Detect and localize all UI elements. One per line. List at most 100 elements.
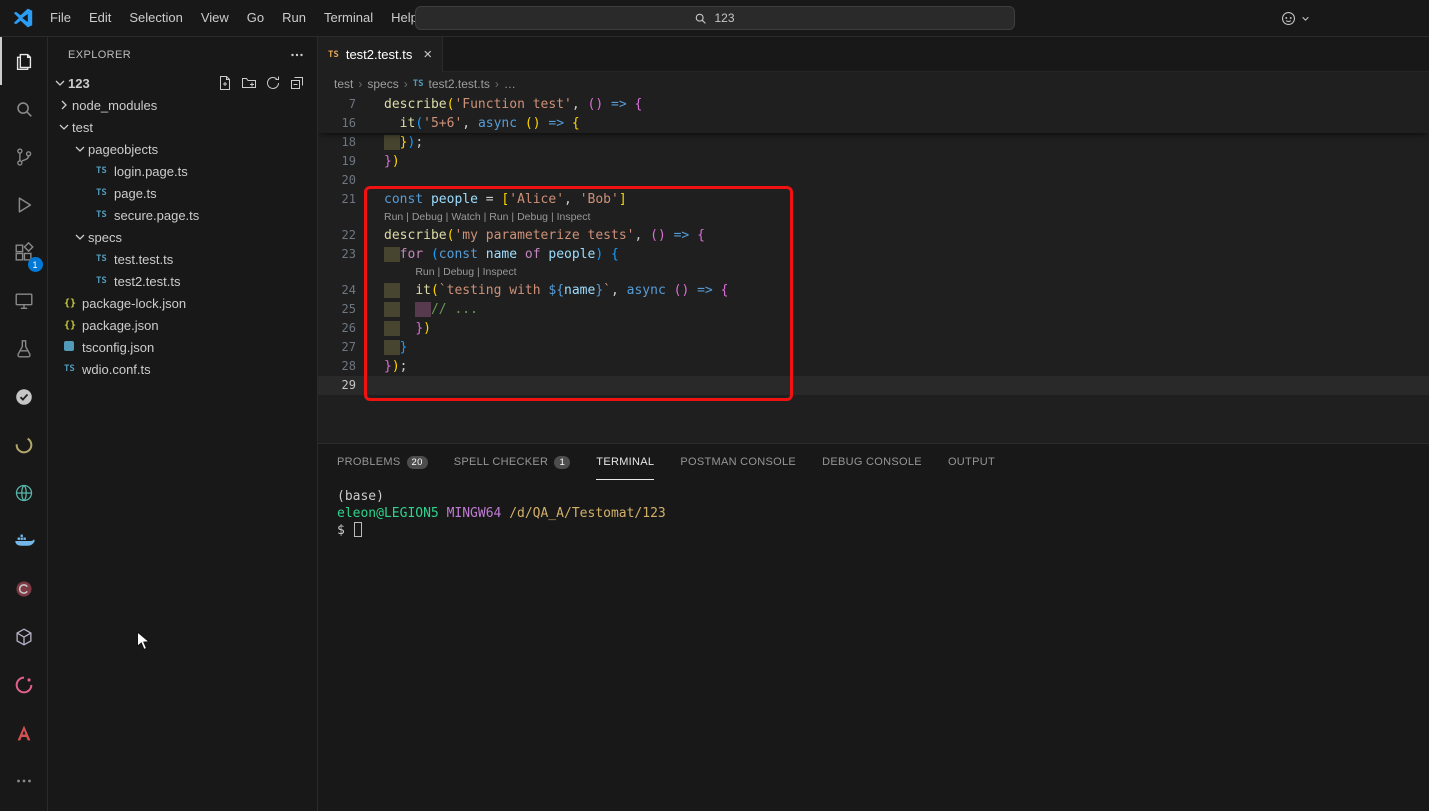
tree-item-label: wdio.conf.ts bbox=[82, 362, 151, 377]
menu-run[interactable]: Run bbox=[273, 0, 315, 36]
breadcrumb-item[interactable]: test2.test.ts bbox=[429, 77, 490, 91]
terminal[interactable]: (base)eleon@LEGION5 MINGW64 /d/QA_A/Test… bbox=[318, 480, 1429, 539]
badge: 1 bbox=[28, 257, 43, 272]
json-file-icon: {} bbox=[64, 298, 82, 309]
tree-item-test.test.ts[interactable]: TStest.test.ts bbox=[48, 248, 317, 270]
activity-source-control-icon[interactable] bbox=[0, 133, 48, 181]
codelens-actions[interactable]: Run | Debug | Watch | Run | Debug | Insp… bbox=[384, 209, 590, 226]
tree-item-node_modules[interactable]: node_modules bbox=[48, 94, 317, 116]
typescript-file-icon: TS bbox=[96, 276, 114, 286]
breadcrumb-item[interactable]: … bbox=[504, 77, 516, 91]
tree-item-test[interactable]: test bbox=[48, 116, 317, 138]
tree-item-package.json[interactable]: {}package.json bbox=[48, 314, 317, 336]
root-folder-label: 123 bbox=[68, 76, 90, 91]
code-line-26: 26 }) bbox=[318, 319, 1429, 338]
tree-item-secure.page.ts[interactable]: TSsecure.page.ts bbox=[48, 204, 317, 226]
tree-item-page.ts[interactable]: TSpage.ts bbox=[48, 182, 317, 204]
close-icon[interactable]: × bbox=[423, 46, 432, 63]
menu-terminal[interactable]: Terminal bbox=[315, 0, 382, 36]
collapse-all-icon[interactable] bbox=[289, 75, 305, 91]
panel-tab-problems[interactable]: PROBLEMS20 bbox=[337, 444, 428, 480]
folder-section-header[interactable]: 123 bbox=[48, 72, 317, 94]
code-line-29: 29 bbox=[318, 376, 1429, 395]
refresh-icon[interactable] bbox=[265, 75, 281, 91]
activity-globe-preview-icon[interactable] bbox=[0, 469, 48, 517]
terminal-line: (base) bbox=[337, 488, 1429, 505]
activity-remote-explorer-icon[interactable] bbox=[0, 277, 48, 325]
tree-item-label: package.json bbox=[82, 318, 159, 333]
terminal-cursor bbox=[354, 522, 362, 537]
panel-tab-debug-console[interactable]: DEBUG CONSOLE bbox=[822, 444, 922, 480]
menu-view[interactable]: View bbox=[192, 0, 238, 36]
tree-item-wdio.conf.ts[interactable]: TSwdio.conf.ts bbox=[48, 358, 317, 380]
code-line-21: 21const people = ['Alice', 'Bob'] bbox=[318, 190, 1429, 209]
activity-more-ellipsis-icon[interactable] bbox=[0, 757, 48, 805]
tree-item-pageobjects[interactable]: pageobjects bbox=[48, 138, 317, 160]
sticky-line-16[interactable]: 16 it('5+6', async () => { bbox=[318, 114, 1429, 133]
activity-explorer-icon[interactable] bbox=[0, 37, 48, 85]
activity-letter-a-icon[interactable] bbox=[0, 709, 48, 757]
menu-selection[interactable]: Selection bbox=[120, 0, 191, 36]
chevron-down-icon bbox=[72, 141, 88, 157]
new-folder-icon[interactable] bbox=[241, 75, 257, 91]
typescript-file-icon: TS bbox=[96, 210, 114, 220]
codelens-row: Run | Debug | Watch | Run | Debug | Insp… bbox=[318, 209, 1429, 226]
code-editor[interactable]: 7describe('Function test', () => {16 it(… bbox=[318, 95, 1429, 443]
tree-item-tsconfig.json[interactable]: tsconfig.json bbox=[48, 336, 317, 358]
bottom-panel: PROBLEMS20 SPELL CHECKER1 TERMINAL POSTMAN … bbox=[318, 443, 1429, 811]
tree-item-test2.test.ts[interactable]: TStest2.test.ts bbox=[48, 270, 317, 292]
line-number: 7 bbox=[318, 95, 356, 114]
code-line-22: 22describe('my parameterize tests', () =… bbox=[318, 226, 1429, 245]
line-number: 19 bbox=[318, 152, 356, 171]
panel-tab-terminal[interactable]: TERMINAL bbox=[596, 444, 654, 480]
codelens-actions[interactable]: Run | Debug | Inspect bbox=[415, 264, 516, 281]
activity-maroon-dot-icon[interactable] bbox=[0, 565, 48, 613]
tree-item-package-lock.json[interactable]: {}package-lock.json bbox=[48, 292, 317, 314]
code-line-27: 27 } bbox=[318, 338, 1429, 357]
panel-tab-label: DEBUG CONSOLE bbox=[822, 456, 922, 468]
panel-tab-label: TERMINAL bbox=[596, 456, 654, 468]
activity-mocha-ring-icon[interactable] bbox=[0, 421, 48, 469]
panel-tab-postman-console[interactable]: POSTMAN CONSOLE bbox=[680, 444, 796, 480]
code-line-25: 25 // ... bbox=[318, 300, 1429, 319]
tab-test2-test-ts[interactable]: TS test2.test.ts × bbox=[318, 37, 443, 72]
tab-label: test2.test.ts bbox=[346, 47, 412, 62]
activity-run-and-debug-icon[interactable] bbox=[0, 181, 48, 229]
breadcrumb-separator: › bbox=[495, 77, 499, 91]
menu-edit[interactable]: Edit bbox=[80, 0, 120, 36]
line-number: 29 bbox=[318, 376, 356, 395]
titlebar: FileEditSelectionViewGoRunTerminalHelp ←… bbox=[0, 0, 1429, 37]
panel-tab-label: PROBLEMS bbox=[337, 456, 401, 468]
code-line-20: 20 bbox=[318, 171, 1429, 190]
tree-item-login.page.ts[interactable]: TSlogin.page.ts bbox=[48, 160, 317, 182]
activity-test-results-check-icon[interactable] bbox=[0, 373, 48, 421]
breadcrumb-item[interactable]: test bbox=[334, 77, 353, 91]
activity-docker-whale-icon[interactable] bbox=[0, 517, 48, 565]
line-number: 26 bbox=[318, 319, 356, 338]
line-number: 21 bbox=[318, 190, 356, 209]
line-number: 16 bbox=[318, 114, 356, 133]
tree-item-specs[interactable]: specs bbox=[48, 226, 317, 248]
tree-item-label: specs bbox=[88, 230, 122, 245]
activity-search-icon[interactable] bbox=[0, 85, 48, 133]
activity-testing-flask-icon[interactable] bbox=[0, 325, 48, 373]
command-center-search[interactable]: 123 bbox=[415, 6, 1015, 30]
breadcrumb-item[interactable]: specs bbox=[367, 77, 398, 91]
panel-tab-output[interactable]: OUTPUT bbox=[948, 444, 995, 480]
line-number: 23 bbox=[318, 245, 356, 264]
more-actions-icon[interactable] bbox=[289, 47, 305, 63]
activity-package-cube-icon[interactable] bbox=[0, 613, 48, 661]
chevron-down-icon[interactable] bbox=[1299, 12, 1312, 25]
sticky-scroll: 7describe('Function test', () => {16 it(… bbox=[318, 95, 1429, 133]
sticky-line-7[interactable]: 7describe('Function test', () => { bbox=[318, 95, 1429, 114]
tree-item-label: test.test.ts bbox=[114, 252, 173, 267]
activity-pink-ring-icon[interactable] bbox=[0, 661, 48, 709]
copilot-icon[interactable] bbox=[1280, 10, 1297, 27]
activity-extensions-icon[interactable]: 1 bbox=[0, 229, 48, 277]
new-file-icon[interactable] bbox=[217, 75, 233, 91]
breadcrumb: test›specs›TStest2.test.ts›… bbox=[318, 72, 1429, 95]
menu-file[interactable]: File bbox=[41, 0, 80, 36]
tree-item-label: login.page.ts bbox=[114, 164, 188, 179]
panel-tab-spell-checker[interactable]: SPELL CHECKER1 bbox=[454, 444, 571, 480]
menu-go[interactable]: Go bbox=[238, 0, 273, 36]
